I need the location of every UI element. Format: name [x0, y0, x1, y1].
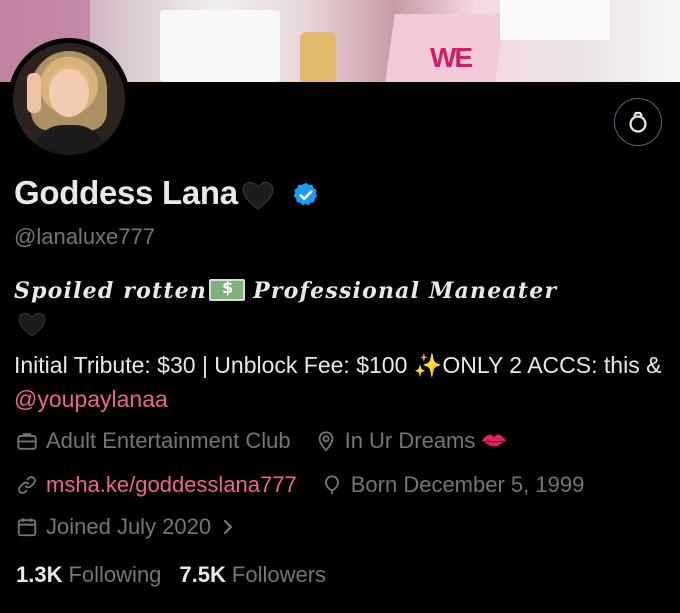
- more-button[interactable]: [614, 98, 662, 146]
- briefcase-icon: [17, 433, 37, 450]
- following-count[interactable]: 1.3K: [16, 562, 62, 588]
- profile-meta-row-2: msha.ke/goddesslana777 Born December 5, …: [16, 472, 584, 498]
- joined-text: Joined July 2020: [46, 514, 212, 539]
- category-item: Adult Entertainment Club: [16, 428, 291, 454]
- banner-logo-text: WE: [430, 42, 473, 73]
- bio-line-1: Spoiled rotten Professional Maneater: [14, 278, 557, 304]
- kiss-icon: [482, 434, 507, 447]
- name-row: Goddess Lana: [14, 174, 320, 212]
- profile-meta-row-3[interactable]: Joined July 2020: [16, 514, 235, 540]
- black-heart-icon: [18, 312, 46, 337]
- birthday-text: Born December 5, 1999: [350, 472, 585, 497]
- profile-handle: @lanaluxe777: [14, 224, 155, 249]
- website-link[interactable]: msha.ke/goddesslana777: [46, 472, 297, 498]
- followers-count[interactable]: 7.5K: [179, 562, 225, 588]
- profile-avatar[interactable]: [8, 38, 130, 160]
- location-item: In Ur Dreams: [315, 428, 508, 454]
- following-label[interactable]: Following: [68, 562, 161, 588]
- category-text: Adult Entertainment Club: [46, 428, 291, 453]
- birthday-item: Born December 5, 1999: [321, 472, 585, 498]
- display-name: Goddess Lana: [14, 174, 238, 211]
- balloon-icon: [324, 475, 339, 495]
- bio-mention-link[interactable]: @youpaylanaa: [14, 386, 168, 412]
- profile-meta-row-1: Adult Entertainment Club In Ur Dreams: [16, 428, 507, 454]
- joined-item[interactable]: Joined July 2020: [16, 514, 235, 540]
- bio-text-spoiled: Spoiled rotten: [14, 278, 208, 304]
- location-pin-icon: [318, 431, 333, 452]
- chevron-right-icon: [224, 519, 233, 535]
- link-icon: [18, 476, 36, 494]
- calendar-icon: [17, 518, 37, 537]
- sparkles-icon: ✨: [413, 352, 443, 378]
- verified-badge-icon[interactable]: [292, 181, 320, 209]
- bio-text-maneater: Professional Maneater: [253, 278, 558, 304]
- black-heart-icon: [242, 181, 274, 210]
- bio-accounts-text: ONLY 2 ACCS: this &: [442, 352, 662, 378]
- website-item[interactable]: msha.ke/goddesslana777: [16, 472, 297, 498]
- more-icon: [629, 111, 647, 133]
- follow-counts: 1.3K Following 7.5K Followers: [16, 562, 344, 588]
- followers-label[interactable]: Followers: [232, 562, 326, 588]
- bio-tribute-text: Initial Tribute: $30 | Unblock Fee: $100: [14, 352, 414, 378]
- money-icon: [209, 278, 246, 301]
- bio-line-2: Initial Tribute: $30 | Unblock Fee: $100…: [14, 348, 674, 416]
- location-text: In Ur Dreams: [344, 428, 476, 453]
